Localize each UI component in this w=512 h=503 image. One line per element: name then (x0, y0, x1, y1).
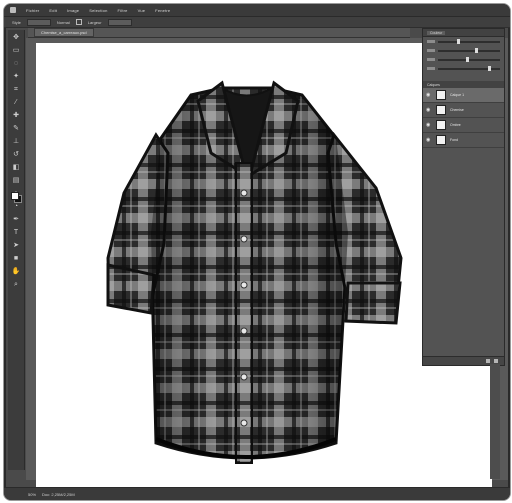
layer-thumbnail (436, 105, 446, 115)
layer-thumbnail (436, 135, 446, 145)
brush-tool-icon[interactable]: ✎ (11, 124, 21, 133)
visibility-eye-icon[interactable]: ◉ (426, 92, 432, 98)
magic-wand-tool-icon[interactable]: ✦ (11, 72, 21, 81)
layer-name: Chemise (450, 108, 464, 112)
healing-brush-tool-icon[interactable]: ✚ (11, 111, 21, 120)
layer-name: Calque 1 (450, 93, 465, 97)
menu-item-filter[interactable]: Filtre (118, 8, 128, 13)
options-label-style: Style (12, 19, 21, 25)
zoom-level[interactable]: 50% (28, 492, 36, 497)
menu-item-file[interactable]: Fichier (26, 8, 39, 13)
document-tab[interactable]: Chemise_a_carreaux.psd (34, 28, 94, 37)
layer-row[interactable]: ◉ Ombre (423, 118, 504, 133)
slider-red[interactable] (423, 37, 504, 46)
layers-panel-header: Calques (423, 81, 504, 88)
tab-color[interactable]: Couleur (427, 30, 446, 35)
photoshop-window: Fichier Edit Image Selection Filtre Vue … (3, 3, 511, 501)
shape-tool-icon[interactable]: ■ (11, 254, 21, 263)
doc-info: Doc: 2,25M/2,25M (42, 491, 75, 497)
eyedropper-tool-icon[interactable]: ⁄ (11, 98, 21, 107)
slider-blue[interactable] (423, 55, 504, 64)
slider-alpha[interactable] (423, 64, 504, 73)
visibility-eye-icon[interactable]: ◉ (426, 122, 432, 128)
options-width-field[interactable] (107, 18, 132, 26)
visibility-eye-icon[interactable]: ◉ (426, 137, 432, 143)
dodge-tool-icon[interactable]: ◔ (11, 202, 21, 211)
tools-panel: ✥ ▭ ◌ ✦ ⌗ ⁄ ✚ ✎ ⊥ ↺ ◧ ▤ ● ◔ ✒ T ➤ ■ ✋ ⌕ (8, 30, 25, 470)
layer-name: Ombre (450, 123, 461, 127)
gradient-tool-icon[interactable]: ▤ (11, 176, 21, 185)
menu-bar: Fichier Edit Image Selection Filtre Vue … (4, 4, 510, 17)
options-bar: Style Normal Largeur (4, 17, 510, 28)
move-tool-icon[interactable]: ✥ (11, 33, 21, 42)
app-logo-icon (10, 7, 16, 13)
zoom-tool-icon[interactable]: ⌕ (11, 280, 21, 289)
menu-item-window[interactable]: Fenetre (155, 8, 170, 13)
layer-row[interactable]: ◉ Chemise (423, 103, 504, 118)
trash-icon[interactable] (494, 359, 498, 363)
menu-item-select[interactable]: Selection (89, 8, 107, 13)
pen-tool-icon[interactable]: ✒ (11, 215, 21, 224)
foreground-color-swatch[interactable] (11, 192, 19, 200)
color-panel-header: Couleur (423, 29, 504, 37)
menu-item-edit[interactable]: Edit (49, 8, 57, 13)
crop-tool-icon[interactable]: ⌗ (11, 85, 21, 94)
options-label-width: Largeur (87, 19, 102, 25)
eraser-tool-icon[interactable]: ◧ (11, 163, 21, 172)
vertical-scrollbar[interactable] (490, 364, 500, 479)
slider-green[interactable] (423, 46, 504, 55)
menu-item-view[interactable]: Vue (138, 8, 146, 13)
type-tool-icon[interactable]: T (11, 228, 21, 237)
status-bar: 50% Doc: 2,25M/2,25M (4, 487, 510, 500)
right-panels: Couleur Calques ◉ Calque 1 ◉ Chemise ◉ O… (422, 28, 505, 366)
visibility-eye-icon[interactable]: ◉ (426, 107, 432, 113)
history-brush-tool-icon[interactable]: ↺ (11, 150, 21, 159)
marquee-tool-icon[interactable]: ▭ (11, 46, 21, 55)
new-layer-icon[interactable] (486, 359, 490, 363)
clone-stamp-tool-icon[interactable]: ⊥ (11, 137, 21, 146)
layer-thumbnail (436, 90, 446, 100)
layer-thumbnail (436, 120, 446, 130)
options-checkbox[interactable] (75, 19, 82, 25)
document-tabbar: Chemise_a_carreaux.psd (28, 28, 410, 38)
layer-row[interactable]: ◉ Calque 1 (423, 88, 504, 103)
layer-row[interactable]: ◉ Fond (423, 133, 504, 148)
lasso-tool-icon[interactable]: ◌ (11, 59, 21, 68)
tab-layers[interactable]: Calques (427, 83, 440, 87)
menu-item-image[interactable]: Image (67, 8, 79, 13)
hand-tool-icon[interactable]: ✋ (11, 267, 21, 276)
options-label-normal: Normal (56, 19, 70, 25)
options-style-field[interactable] (26, 18, 51, 26)
layer-name: Fond (450, 138, 458, 142)
path-selection-tool-icon[interactable]: ➤ (11, 241, 21, 250)
